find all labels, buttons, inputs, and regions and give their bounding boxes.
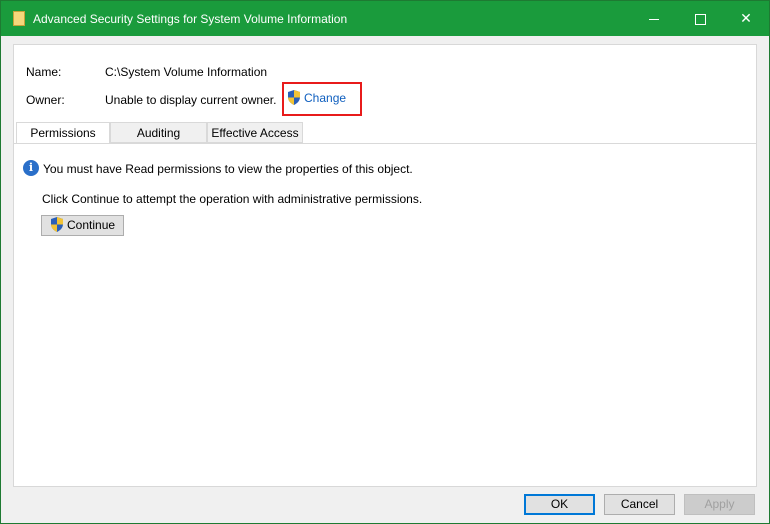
info-icon: i [23,160,39,176]
change-link-label: Change [304,91,347,105]
tab-divider [14,143,756,144]
tab-effective-access[interactable]: Effective Access [207,122,303,143]
cancel-button[interactable]: Cancel [604,494,675,515]
continue-message: Click Continue to attempt the operation … [42,192,423,206]
name-value: C:\System Volume Information [105,65,268,79]
apply-button[interactable]: Apply [684,494,755,515]
maximize-icon [694,13,706,25]
uac-shield-icon [51,217,63,232]
info-message: You must have Read permissions to view t… [43,162,413,176]
owner-label: Owner: [26,93,65,107]
security-settings-window: Advanced Security Settings for System Vo… [0,0,770,524]
ok-button[interactable]: OK [524,494,595,515]
continue-button-label: Continue [67,218,116,232]
title-bar[interactable]: Advanced Security Settings for System Vo… [1,1,769,36]
folder-icon [13,11,25,26]
window-title: Advanced Security Settings for System Vo… [33,12,348,26]
tab-auditing[interactable]: Auditing [110,122,207,143]
main-panel: Name: C:\System Volume Information Owner… [13,44,757,487]
minimize-icon [649,18,659,20]
change-owner-link[interactable]: Change [287,90,346,105]
tab-permissions[interactable]: Permissions [16,122,110,144]
name-label: Name: [26,65,62,79]
owner-value: Unable to display current owner. [105,93,277,107]
minimize-button[interactable] [631,1,677,36]
uac-shield-icon [288,90,300,105]
continue-button[interactable]: Continue [41,215,124,236]
close-button[interactable]: ✕ [723,1,769,36]
maximize-button[interactable] [677,1,723,36]
